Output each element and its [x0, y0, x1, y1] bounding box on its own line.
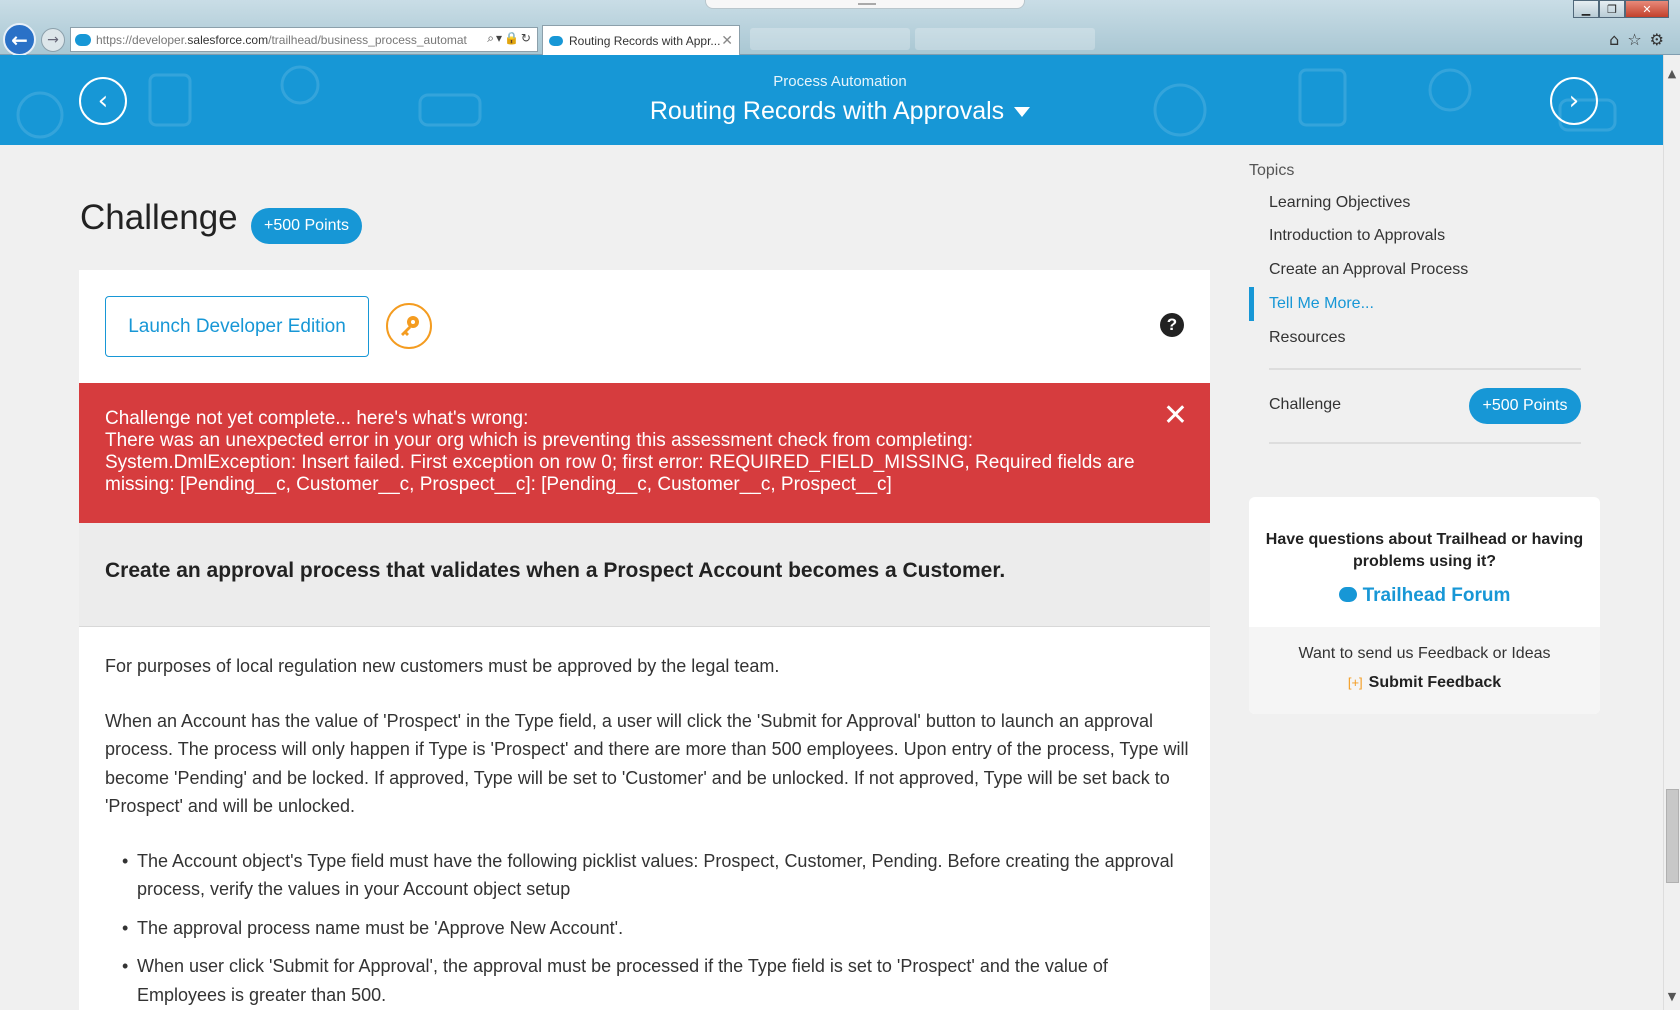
error-line: There was an unexpected error in your or… — [105, 430, 974, 451]
minimize-button[interactable]: ▁ — [1573, 0, 1599, 18]
caret-down-icon — [1014, 107, 1031, 118]
settings-gear-icon[interactable]: ⚙ — [1650, 30, 1672, 49]
unit-title: Routing Records with Approvals — [649, 97, 1005, 125]
feedback-label: Submit Feedback — [1368, 674, 1502, 691]
requirements-list: The Account object's Type field must hav… — [122, 847, 1195, 1010]
browser-tab-background[interactable] — [915, 28, 1095, 50]
close-window-button[interactable]: ✕ — [1625, 0, 1669, 18]
arrow-left-icon: ← — [11, 27, 28, 52]
browser-tab-background[interactable] — [750, 28, 910, 50]
unit-title-dropdown[interactable]: Routing Records with Approvals — [0, 97, 1663, 126]
submit-feedback-link[interactable]: [+] Submit Feedback — [1249, 674, 1600, 692]
forward-button[interactable]: → — [41, 28, 65, 52]
feedback-section — [1249, 627, 1600, 714]
key-button[interactable] — [386, 303, 432, 349]
topic-resources[interactable]: Resources — [1269, 329, 1345, 347]
help-card: Have questions about Trailhead or having… — [1249, 497, 1600, 714]
list-item: When user click 'Submit for Approval', t… — [122, 952, 1195, 1009]
topic-learning-objectives[interactable]: Learning Objectives — [1269, 194, 1410, 212]
salesforce-favicon-icon — [75, 33, 91, 46]
error-line: missing: [Pending__c, Customer__c, Prosp… — [105, 474, 892, 495]
unit-banner: ‹ › Process Automation Routing Records w… — [0, 55, 1663, 145]
challenge-title: Challenge — [80, 198, 238, 237]
home-icon[interactable]: ⌂ — [1609, 30, 1627, 49]
page-scrollbar[interactable]: ▲ ▼ — [1663, 55, 1680, 1010]
description-paragraph: For purposes of local regulation new cus… — [105, 656, 780, 676]
help-icon[interactable]: ? — [1160, 313, 1184, 337]
feedback-question: Want to send us Feedback or Ideas — [1298, 645, 1551, 662]
challenge-card: Launch Developer Edition ? Challenge not… — [79, 270, 1210, 1010]
challenge-description: For purposes of local regulation new cus… — [105, 652, 1195, 1010]
topic-introduction-to-approvals[interactable]: Introduction to Approvals — [1269, 227, 1445, 245]
active-topic-indicator — [1249, 287, 1254, 321]
launch-developer-edition-button[interactable]: Launch Developer Edition — [105, 296, 369, 357]
list-item: The approval process name must be 'Appro… — [122, 914, 1195, 943]
module-name[interactable]: Process Automation — [0, 73, 1663, 90]
topics-heading: Topics — [1249, 162, 1295, 179]
points-badge: +500 Points — [251, 208, 362, 244]
tab-close-icon[interactable]: ✕ — [721, 32, 733, 49]
scroll-up-icon[interactable]: ▲ — [1664, 67, 1680, 80]
divider — [1269, 442, 1581, 444]
arrow-right-icon: → — [47, 32, 59, 48]
close-icon[interactable]: ✕ — [1163, 401, 1188, 431]
description-paragraph: When an Account has the value of 'Prospe… — [105, 710, 1189, 817]
restore-button[interactable]: ❐ — [1599, 0, 1625, 18]
divider — [1269, 368, 1581, 370]
address-tools-icon[interactable]: ⌕▾🔒↻ — [487, 31, 533, 46]
error-line: System.DmlException: Insert failed. Firs… — [105, 452, 1135, 473]
salesforce-favicon-icon — [549, 35, 563, 46]
url-prefix: https://developer. — [96, 32, 188, 47]
scroll-down-icon[interactable]: ▼ — [1664, 990, 1680, 1003]
error-heading: Challenge not yet complete... here's wha… — [105, 408, 529, 429]
list-item: The Account object's Type field must hav… — [122, 847, 1195, 904]
url-domain: salesforce.com — [187, 32, 269, 47]
challenge-goal: Create an approval process that validate… — [79, 523, 1210, 627]
browser-toolbar-icons[interactable]: ⌂☆⚙ — [1609, 30, 1672, 49]
forum-label: Trailhead Forum — [1362, 585, 1511, 606]
trailhead-forum-link[interactable]: Trailhead Forum — [1249, 585, 1600, 607]
back-button[interactable]: ← — [3, 23, 36, 56]
key-icon — [401, 316, 419, 336]
window-grip[interactable] — [705, 0, 1025, 9]
topic-create-an-approval-process[interactable]: Create an Approval Process — [1269, 261, 1468, 279]
tab-title: Routing Records with Appr... — [569, 33, 721, 48]
browser-chrome: ← → https://developer. salesforce.com/tra… — [0, 0, 1680, 56]
address-bar[interactable]: https://developer. salesforce.com/trailhe… — [70, 27, 538, 52]
plus-box-icon: [+] — [1347, 675, 1363, 690]
browser-tab-active[interactable]: Routing Records with Appr... ✕ — [542, 25, 740, 55]
chat-bubble-icon — [1338, 587, 1357, 602]
sidebar-challenge-link[interactable]: Challenge — [1269, 396, 1341, 414]
favorites-star-icon[interactable]: ☆ — [1627, 30, 1649, 49]
sidebar-points-badge: +500 Points — [1469, 388, 1581, 424]
error-banner: Challenge not yet complete... here's wha… — [79, 383, 1210, 523]
url-path: /trailhead/business_process_automat — [268, 32, 467, 47]
scroll-thumb[interactable] — [1666, 789, 1679, 883]
topic-tell-me-more[interactable]: Tell Me More... — [1269, 295, 1374, 313]
help-question: Have questions about Trailhead or having… — [1265, 531, 1584, 570]
